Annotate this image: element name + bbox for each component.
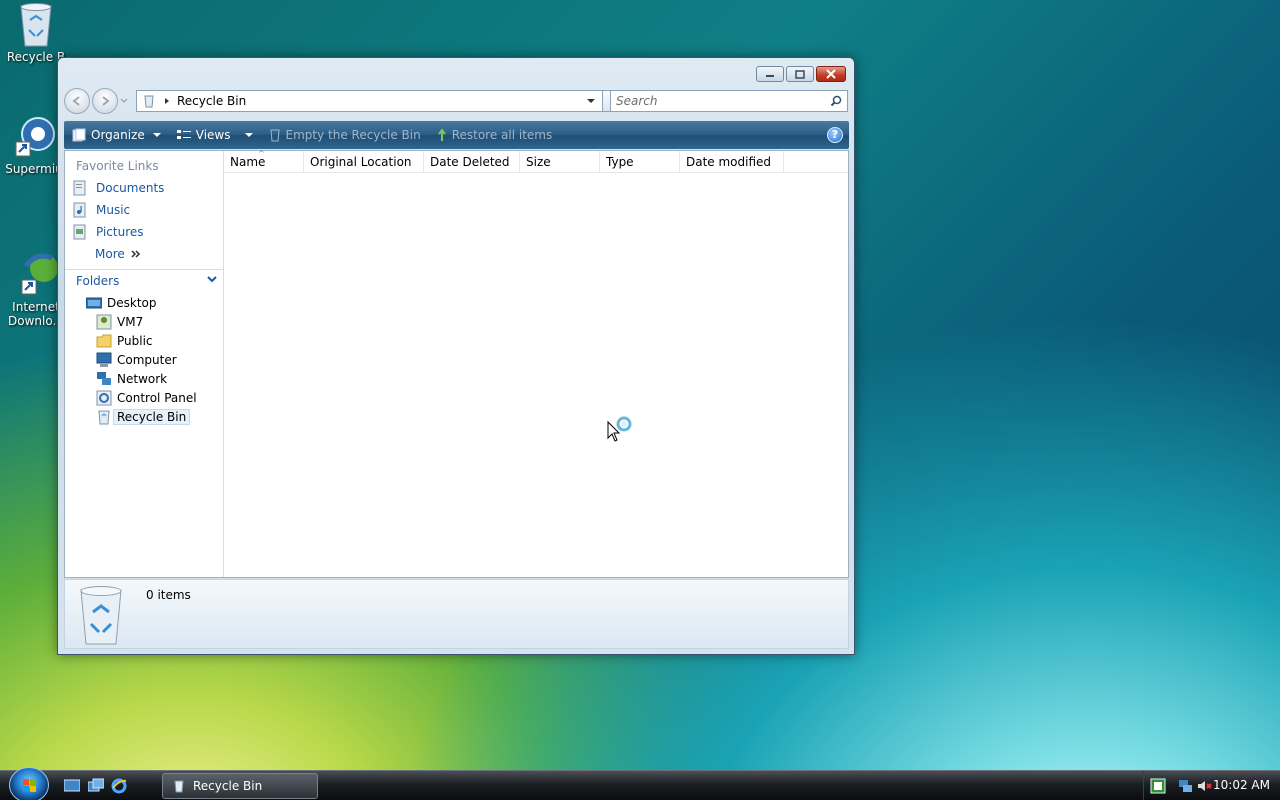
recycle-bin-icon — [174, 780, 184, 793]
recent-pages-chevron-icon[interactable] — [120, 98, 128, 104]
tree-item-vm7[interactable]: VM7 — [65, 312, 223, 331]
column-header-type[interactable]: Type — [600, 151, 680, 172]
windows-logo-icon — [23, 779, 36, 792]
favorite-link-pictures[interactable]: Pictures — [65, 221, 223, 243]
chevron-down-icon — [207, 276, 217, 283]
taskbar: Recycle Bin 10:02 AM — [0, 767, 1280, 800]
tree-item-public[interactable]: Public — [65, 331, 223, 350]
tree-item-computer[interactable]: Computer — [65, 350, 223, 369]
tree-item-control-panel[interactable]: Control Panel — [65, 388, 223, 407]
tray-app-icon[interactable] — [1150, 778, 1166, 794]
column-headers: ^ Name Original Location Date Deleted Si… — [224, 149, 848, 173]
minimize-button[interactable] — [756, 66, 784, 82]
restore-all-items-button[interactable]: Restore all items — [429, 121, 561, 149]
organize-icon — [72, 128, 86, 142]
favorite-link-documents[interactable]: Documents — [65, 177, 223, 199]
address-dropdown-icon[interactable] — [586, 97, 596, 105]
column-header-name[interactable]: ^ Name — [224, 149, 304, 172]
breadcrumb-item[interactable]: Recycle Bin — [177, 94, 246, 108]
search-box — [610, 90, 848, 112]
empty-recycle-bin-button[interactable]: Empty the Recycle Bin — [261, 121, 429, 149]
user-folder-icon — [96, 314, 112, 329]
tree-item-network[interactable]: Network — [65, 369, 223, 388]
address-field[interactable]: Recycle Bin — [136, 90, 603, 112]
breadcrumb-arrow-icon[interactable] — [163, 97, 171, 105]
chevron-down-icon — [152, 132, 161, 137]
taskbar-button-recycle-bin[interactable]: Recycle Bin — [162, 773, 318, 799]
search-icon[interactable] — [830, 95, 842, 107]
pictures-icon — [73, 224, 86, 240]
music-icon — [73, 202, 86, 218]
computer-icon — [96, 352, 112, 367]
network-status-icon[interactable] — [1178, 778, 1194, 794]
forward-button[interactable] — [92, 88, 118, 114]
arrow-right-icon — [102, 96, 110, 106]
address-bar-row: Recycle Bin — [64, 87, 848, 115]
show-desktop-icon[interactable] — [63, 778, 81, 794]
recycle-bin-large-icon — [75, 584, 127, 646]
arrow-left-icon — [72, 96, 80, 106]
network-icon — [97, 371, 111, 385]
restore-arrow-icon — [437, 128, 446, 141]
volume-muted-icon[interactable] — [1196, 778, 1212, 794]
browser-globe-icon — [14, 114, 55, 158]
tree-item-desktop[interactable]: Desktop — [65, 293, 223, 312]
column-header-size[interactable]: Size — [520, 151, 600, 172]
sort-ascending-icon: ^ — [258, 149, 265, 158]
folders-toggle[interactable]: Folders — [65, 269, 223, 291]
details-pane: 0 items — [64, 579, 849, 649]
column-header-date-deleted[interactable]: Date Deleted — [424, 151, 520, 172]
item-count: 0 items — [146, 588, 191, 602]
explorer-window: Recycle Bin Organize Views Empty the Rec… — [57, 57, 855, 655]
recycle-bin-icon — [98, 410, 110, 424]
organize-button[interactable]: Organize — [64, 121, 169, 149]
command-toolbar: Organize Views Empty the Recycle Bin Res… — [64, 121, 849, 149]
file-list[interactable]: ^ Name Original Location Date Deleted Si… — [224, 149, 848, 577]
busy-cursor-icon — [607, 414, 635, 447]
tree-item-recycle-bin[interactable]: Recycle Bin — [65, 407, 223, 426]
internet-explorer-icon[interactable] — [111, 778, 127, 794]
search-input[interactable] — [616, 94, 816, 108]
download-manager-icon — [16, 238, 58, 295]
views-button[interactable]: Views — [169, 121, 261, 149]
recycle-bin-icon — [144, 95, 154, 108]
recycle-bin-icon — [16, 2, 56, 47]
column-header-original-location[interactable]: Original Location — [304, 151, 424, 172]
double-chevron-right-icon — [131, 250, 140, 258]
maximize-button[interactable] — [786, 66, 814, 82]
navigation-pane: Favorite Links Documents Music Pictures … — [65, 151, 224, 577]
chevron-down-icon — [244, 132, 253, 137]
back-button[interactable] — [64, 88, 90, 114]
more-links-button[interactable]: More — [65, 243, 223, 265]
content-area: Favorite Links Documents Music Pictures … — [64, 149, 849, 578]
clock[interactable]: 10:02 AM — [1213, 778, 1270, 792]
documents-icon — [73, 180, 86, 196]
folder-icon — [96, 334, 112, 347]
caption-buttons — [756, 66, 846, 82]
close-button[interactable] — [816, 66, 846, 82]
favorite-link-music[interactable]: Music — [65, 199, 223, 221]
control-panel-icon — [96, 390, 112, 405]
desktop-icon — [86, 297, 102, 308]
views-icon — [176, 130, 191, 139]
system-tray: 10:02 AM — [1143, 771, 1280, 800]
recycle-bin-icon — [269, 129, 280, 142]
column-header-date-modified[interactable]: Date modified — [680, 151, 784, 172]
help-button[interactable]: ? — [827, 127, 843, 143]
desktop-icon-recycle-bin[interactable]: Recycle B — [0, 2, 76, 64]
switch-windows-icon[interactable] — [87, 778, 105, 794]
favorite-links-header: Favorite Links — [76, 159, 159, 173]
start-button[interactable] — [9, 767, 49, 800]
